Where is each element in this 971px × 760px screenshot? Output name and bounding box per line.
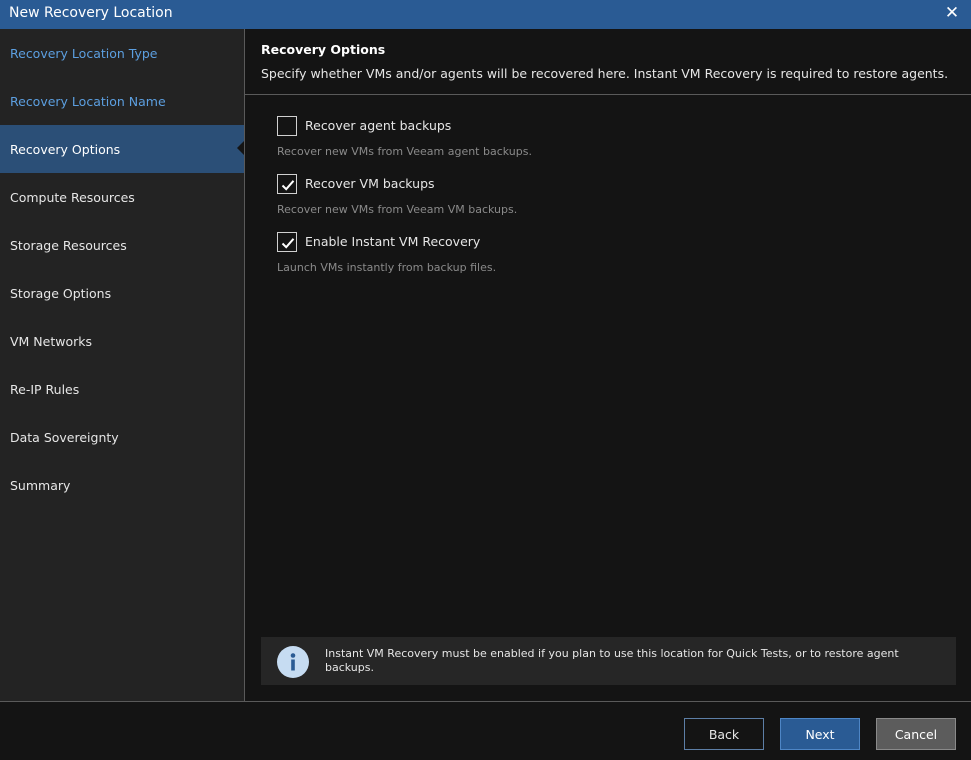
page-description: Specify whether VMs and/or agents will b…: [261, 66, 949, 81]
recover-agent-backups-label[interactable]: Recover agent backups: [305, 118, 451, 133]
step-storage-resources[interactable]: Storage Resources: [0, 221, 244, 269]
close-icon[interactable]: ✕: [943, 3, 961, 23]
enable-instant-vm-recovery-description: Launch VMs instantly from backup files.: [277, 261, 497, 274]
checkmark-icon: [281, 238, 295, 249]
step-compute-resources[interactable]: Compute Resources: [0, 173, 244, 221]
footer-divider: [0, 701, 971, 702]
back-button[interactable]: Back: [684, 718, 764, 750]
wizard-steps-sidebar: Recovery Location Type Recovery Location…: [0, 29, 244, 701]
page-title: Recovery Options: [261, 42, 386, 57]
info-icon: [277, 646, 309, 678]
page-header: Recovery Options Specify whether VMs and…: [245, 29, 971, 94]
enable-instant-vm-recovery-checkbox[interactable]: [277, 232, 297, 252]
sidebar-divider: [244, 29, 245, 701]
step-summary[interactable]: Summary: [0, 461, 244, 509]
recover-agent-backups-checkbox[interactable]: [277, 116, 297, 136]
recover-agent-backups-description: Recover new VMs from Veeam agent backups…: [277, 145, 532, 158]
checkmark-icon: [281, 180, 295, 191]
step-recovery-location-type[interactable]: Recovery Location Type: [0, 29, 244, 77]
step-vm-networks[interactable]: VM Networks: [0, 317, 244, 365]
cancel-button[interactable]: Cancel: [876, 718, 956, 750]
step-re-ip-rules[interactable]: Re-IP Rules: [0, 365, 244, 413]
recover-vm-backups-label[interactable]: Recover VM backups: [305, 176, 435, 191]
info-text: Instant VM Recovery must be enabled if y…: [325, 647, 899, 674]
title-bar: New Recovery Location ✕: [0, 0, 971, 29]
step-data-sovereignty[interactable]: Data Sovereignty: [0, 413, 244, 461]
info-banner: Instant VM Recovery must be enabled if y…: [261, 637, 956, 685]
recover-vm-backups-description: Recover new VMs from Veeam VM backups.: [277, 203, 518, 216]
window-title: New Recovery Location: [9, 5, 173, 21]
step-storage-options[interactable]: Storage Options: [0, 269, 244, 317]
enable-instant-vm-recovery-label[interactable]: Enable Instant VM Recovery: [305, 234, 480, 249]
step-recovery-location-name[interactable]: Recovery Location Name: [0, 77, 244, 125]
next-button[interactable]: Next: [780, 718, 860, 750]
step-recovery-options[interactable]: Recovery Options: [0, 125, 244, 173]
recover-vm-backups-checkbox[interactable]: [277, 174, 297, 194]
header-divider: [245, 94, 971, 95]
